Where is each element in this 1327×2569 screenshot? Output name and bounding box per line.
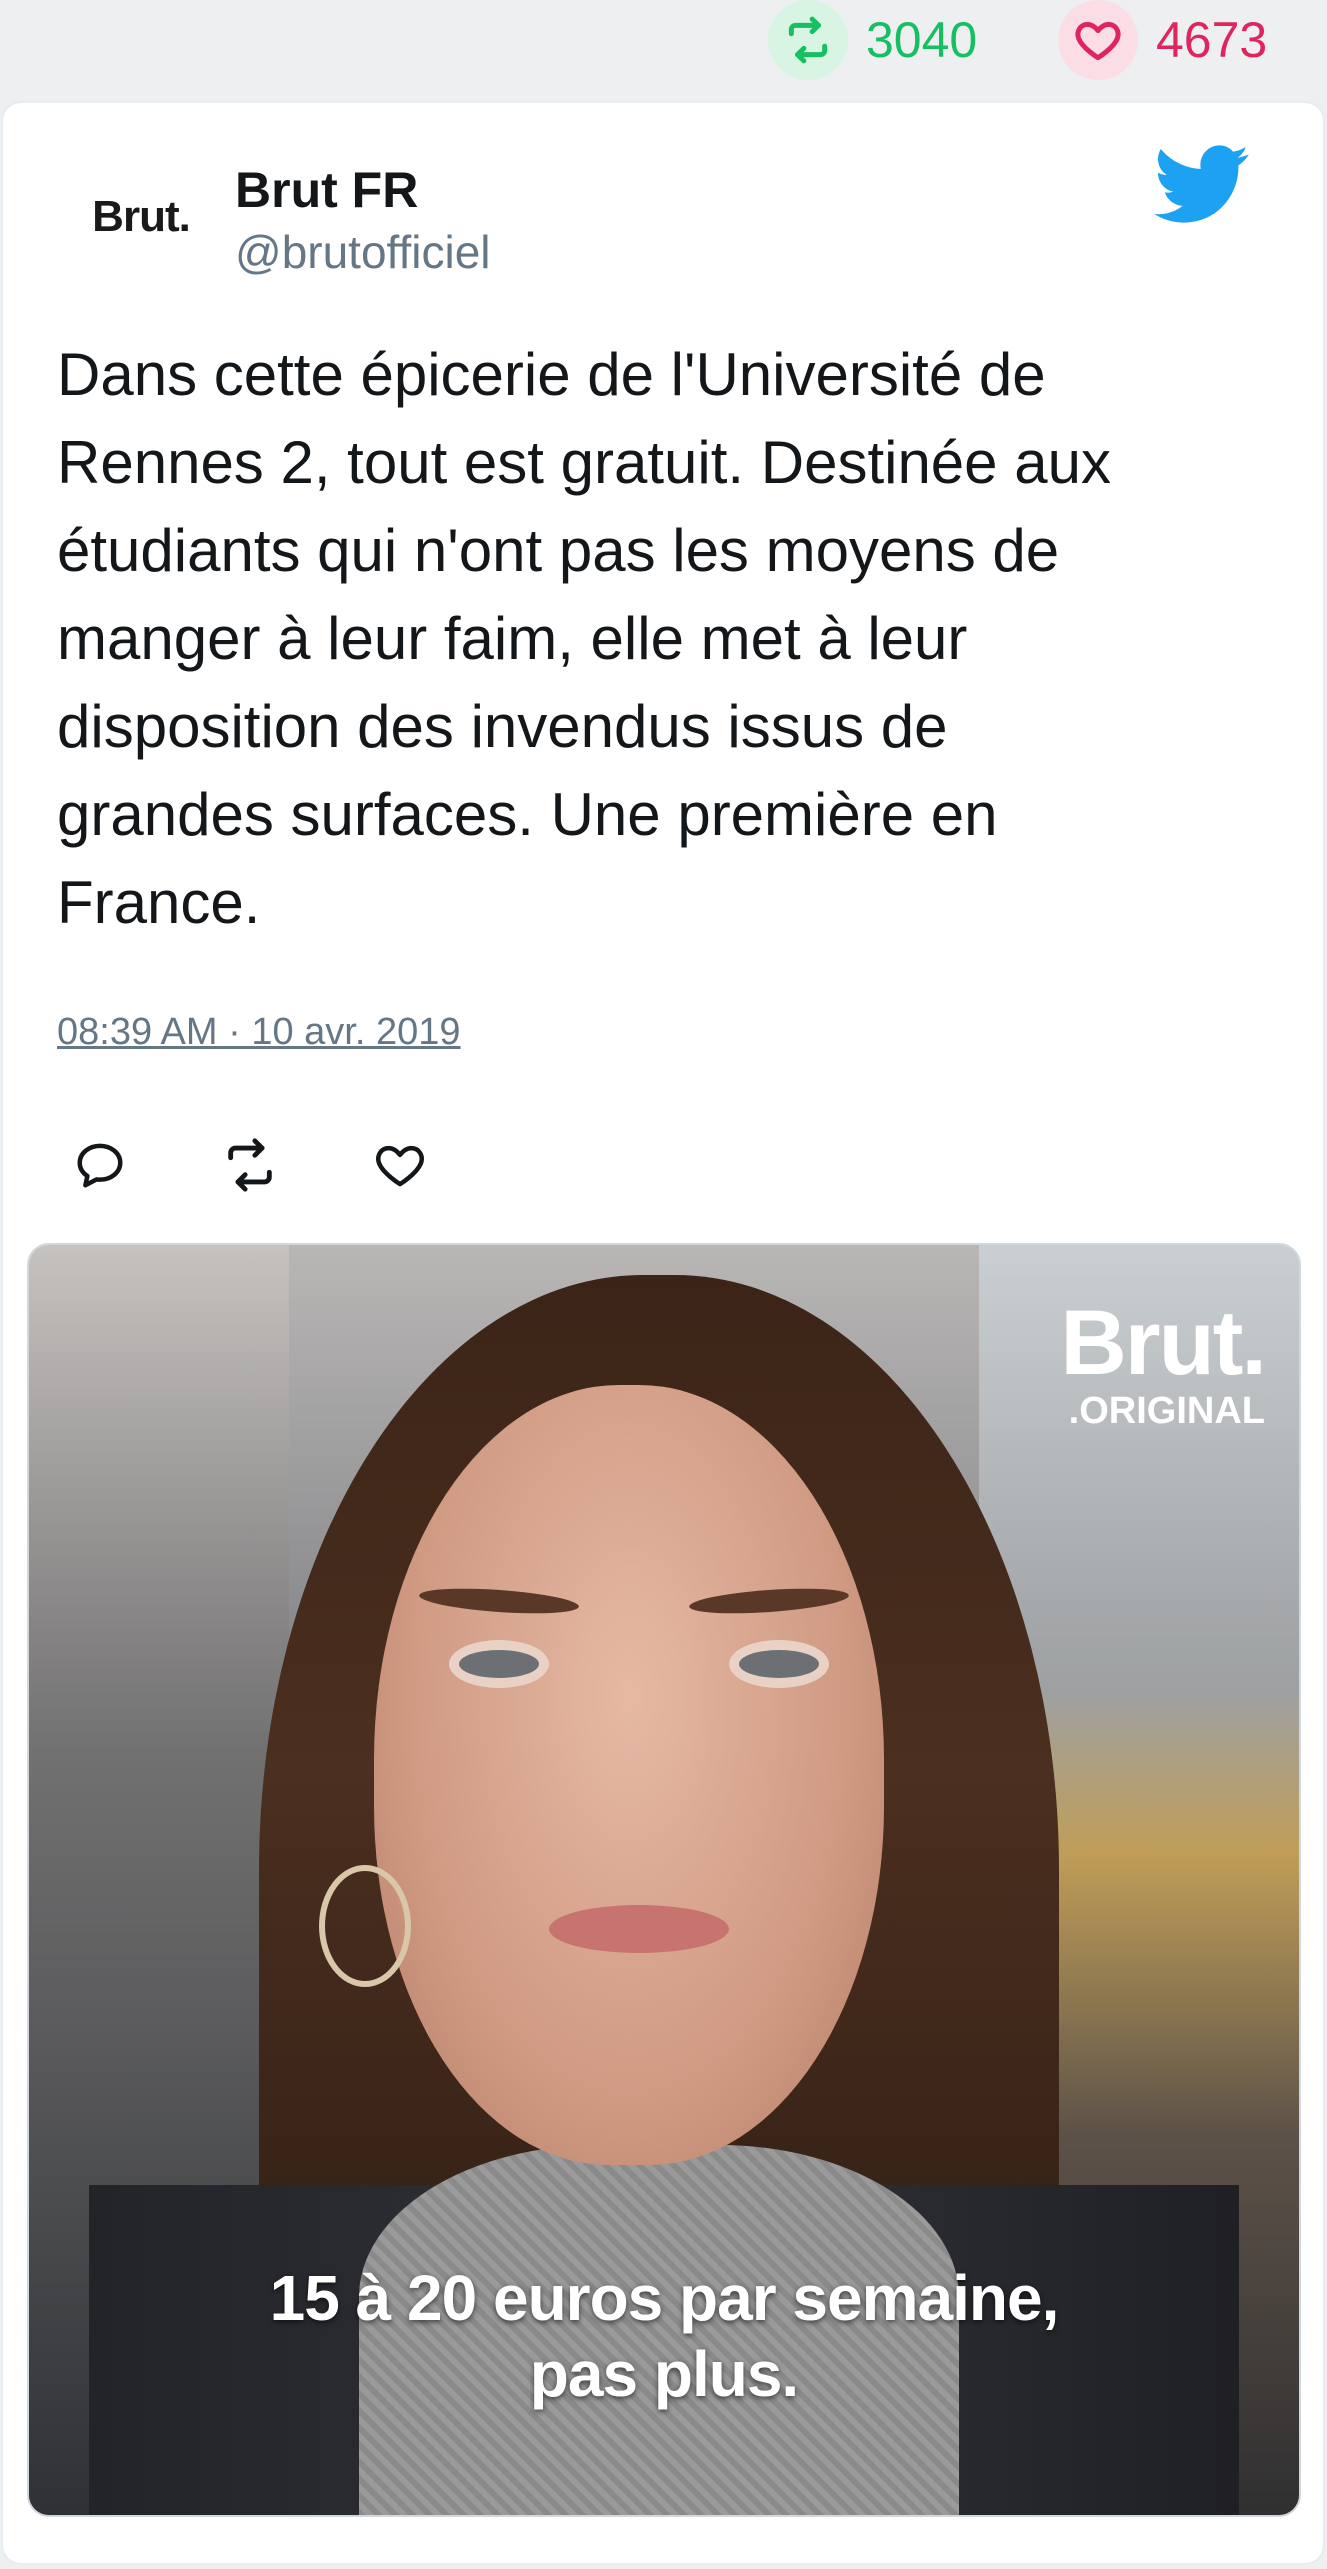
heart-icon[interactable] (370, 1135, 430, 1195)
retweet-count: 3040 (866, 12, 978, 68)
brut-original-watermark: Brut. .ORIGINAL (1060, 1292, 1267, 1432)
twitter-bird-icon[interactable] (1153, 145, 1251, 225)
tweet-text: Dans cette épicerie de l'Université de R… (57, 341, 1111, 936)
face-shape (374, 1385, 884, 2165)
author-name[interactable]: Brut FR (235, 161, 418, 219)
tweet-actions (70, 1135, 520, 1195)
retweet-icon (768, 0, 848, 80)
avatar-text: Brut. (92, 192, 191, 241)
right-eye (739, 1650, 819, 1678)
watermark-sub: .ORIGINAL (1068, 1390, 1265, 1432)
avatar[interactable]: Brut. (51, 157, 231, 277)
left-eye (459, 1650, 539, 1678)
retweet-count-stat[interactable]: 3040 (768, 0, 977, 80)
earring (319, 1865, 411, 1987)
tweet-timestamp[interactable]: 08:39 AM · 10 avr. 2019 (57, 1011, 461, 1054)
author-handle[interactable]: @brutofficiel (235, 225, 491, 279)
heart-icon (1058, 0, 1138, 80)
retweet-icon[interactable] (220, 1135, 280, 1195)
reply-icon[interactable] (70, 1135, 130, 1195)
video-subtitle: 15 à 20 euros par semaine, pas plus. (269, 2262, 1060, 2410)
like-count: 4673 (1156, 12, 1268, 68)
mouth (549, 1905, 729, 1953)
tweet-stats-bar: 3040 4673 (0, 0, 1327, 100)
watermark-main: Brut. (1060, 1292, 1267, 1394)
tweet-media-video[interactable]: Brut. .ORIGINAL 15 à 20 euros par semain… (27, 1243, 1301, 2517)
like-count-stat[interactable]: 4673 (1058, 0, 1267, 80)
